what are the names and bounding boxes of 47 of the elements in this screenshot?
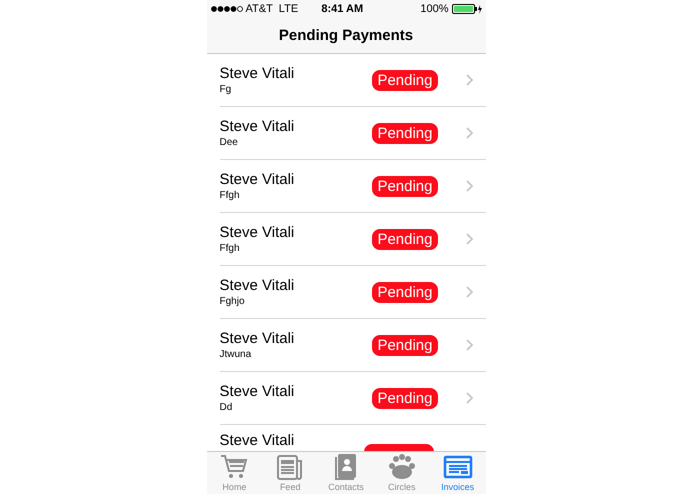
payer-name: Steve Vitali	[220, 65, 296, 82]
carrier-label: AT&T	[246, 3, 273, 15]
payer-name: Steve Vitali	[220, 224, 296, 241]
screen-title: Pending Payments	[278, 26, 414, 46]
payment-note: Dd	[220, 402, 234, 413]
payment-note: Ffgh	[220, 243, 241, 254]
payment-row[interactable]: Steve Vitali Jtwuna Pending	[220, 319, 486, 372]
payer-name: Steve Vitali	[220, 118, 296, 135]
chevron-icon	[466, 233, 474, 245]
status-badge: Pending	[372, 388, 438, 408]
shopping-cart-icon	[219, 453, 250, 481]
invoice-icon	[442, 453, 473, 481]
payment-note: Ffgh	[220, 190, 241, 201]
chevron-icon	[466, 180, 474, 192]
status-badge: Pending	[372, 122, 438, 144]
payment-row[interactable]: Steve Vitali Dee Pending	[220, 107, 486, 160]
payer-name: Steve Vitali	[220, 171, 296, 188]
payment-row[interactable]: Steve Vitali Fg Pending	[220, 54, 486, 107]
battery-icon	[452, 4, 482, 14]
payer-name: Steve Vitali	[220, 432, 296, 449]
group-icon	[386, 453, 417, 481]
signal-icon	[210, 6, 242, 12]
chevron-icon	[466, 74, 474, 86]
chevron-icon	[466, 127, 474, 139]
payment-note: Fg	[220, 84, 232, 95]
payment-note: Fghjo	[220, 296, 246, 307]
status-badge: Pending	[372, 334, 438, 356]
clock-time: 8:41 AM	[320, 3, 364, 15]
status-badge: Pending	[372, 228, 438, 250]
status-badge: Pending	[372, 176, 438, 196]
payment-note: Jtwuna	[220, 349, 252, 360]
battery-percent: 100%	[420, 3, 448, 15]
payment-row[interactable]: Steve Vitali Dd Pending	[220, 372, 486, 425]
payment-note: Dee	[220, 137, 239, 148]
payment-row[interactable]: Steve Vitali Fghjo Pending	[220, 266, 486, 319]
status-badge: Pending	[372, 70, 438, 90]
network-label: LTE	[278, 3, 298, 15]
chevron-icon	[466, 286, 474, 298]
payer-name: Steve Vitali	[220, 330, 296, 347]
tab-item[interactable]: Invoices	[430, 452, 486, 494]
payment-row[interactable]: Steve Vitali Ffgh Pending	[220, 213, 486, 266]
status-badge: Pending	[372, 282, 438, 302]
chevron-icon	[466, 392, 474, 404]
payment-row[interactable]: Steve Vitali Ffgh Pending	[220, 160, 486, 213]
chevron-icon	[466, 339, 474, 351]
payer-name: Steve Vitali	[220, 383, 296, 400]
payer-name: Steve Vitali	[220, 277, 296, 294]
